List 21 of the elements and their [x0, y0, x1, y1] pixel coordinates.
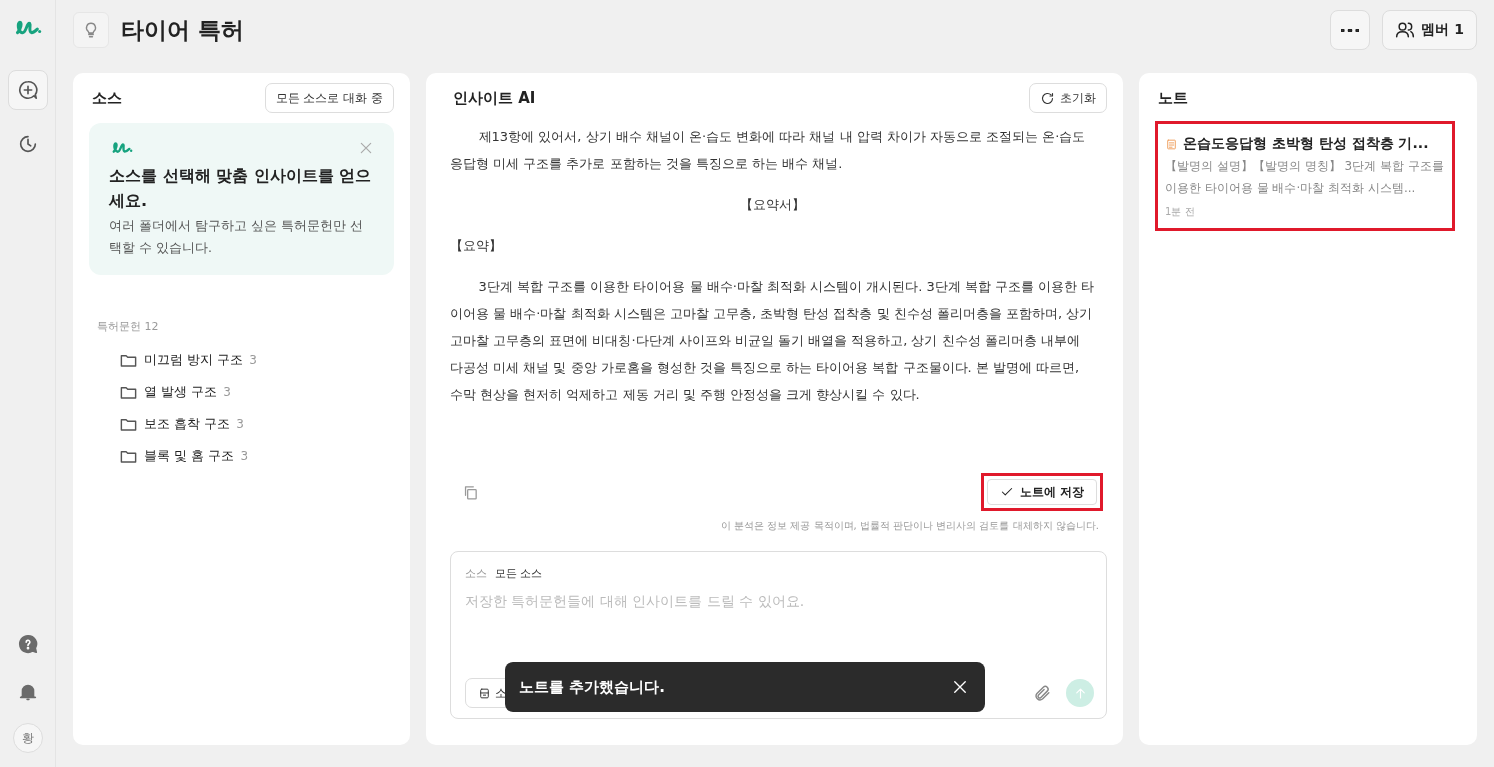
note-preview: 【발명의 설명】【발명의 명칭】 3단계 복합 구조를 이용한 타이어용 물 배수·마찰 최적화 시스템...	[1165, 158, 1445, 197]
note-time: 1분 전	[1165, 205, 1196, 219]
folder-count: 3	[240, 449, 249, 463]
answer-text: 제13항에 있어서, 상기 배수 채널이 온·습도 변화에 따라 채널 내 압력 차이가 자동으로 조절되는 온·습도 응답형 미세 구조를 추가로 포함하는 것을 특징으로 하는 배수 채널.	[450, 128, 1087, 173]
folder-count: 3	[249, 353, 257, 367]
panel-title: 인사이트 AI	[453, 88, 536, 108]
panel-title: 노트	[1158, 88, 1188, 108]
disclaimer-text: 이 분석은 정보 제공 목적이며, 법률적 판단이나 변리사의 검토를 대체하지 않습니다.	[719, 519, 1099, 533]
answer-text: 【요약】	[450, 237, 503, 255]
toast-message: 노트를 추가했습니다.	[519, 677, 665, 697]
folder-count: 3	[223, 385, 231, 399]
tip-title: 소스를 선택해 맞춤 인사이트를 얻으세요.	[109, 165, 373, 212]
group-label: 특허문헌 12	[97, 319, 160, 334]
panel-title: 소스	[92, 88, 122, 108]
folder-count: 3	[236, 417, 244, 431]
answer-text: 【요약서】	[739, 196, 806, 214]
page-title: 타이어 특허	[121, 15, 244, 45]
answer-text: 3단계 복합 구조를 이용한 타이어용 물 배수·마찰 최적화 시스템이 개시된다. 3단계 복합 구조를 이용한 타이어용 물 배수·마찰 최적화 시스템은 고마찰 고무층, 초박형 탄성 접착층 및 친수성 폴리머층을 포함하며, 상기 고마찰 고무층의 표면에 비대칭·다단계 사이프와 비균일 돌기 배열을 적용하고, 상기 친수성 폴리머층 내부에 다공성 미세 채널 및 중앙 가로홈을 형성한 것을 특징으로 하는 타이어용 복합 구조물이다. 본 발명에 따르면, 수막 현상을 현저히 억제하고 제동 거리 및 주행 안정성을 크게 향상시킬 수 있다.	[450, 278, 1095, 404]
tip-text: 여러 폴더에서 탐구하고 싶은 특허문헌만 선택할 수 있습니다.	[109, 217, 364, 257]
source-value: 모든 소스	[495, 566, 543, 581]
source-label: 소스	[465, 566, 487, 581]
